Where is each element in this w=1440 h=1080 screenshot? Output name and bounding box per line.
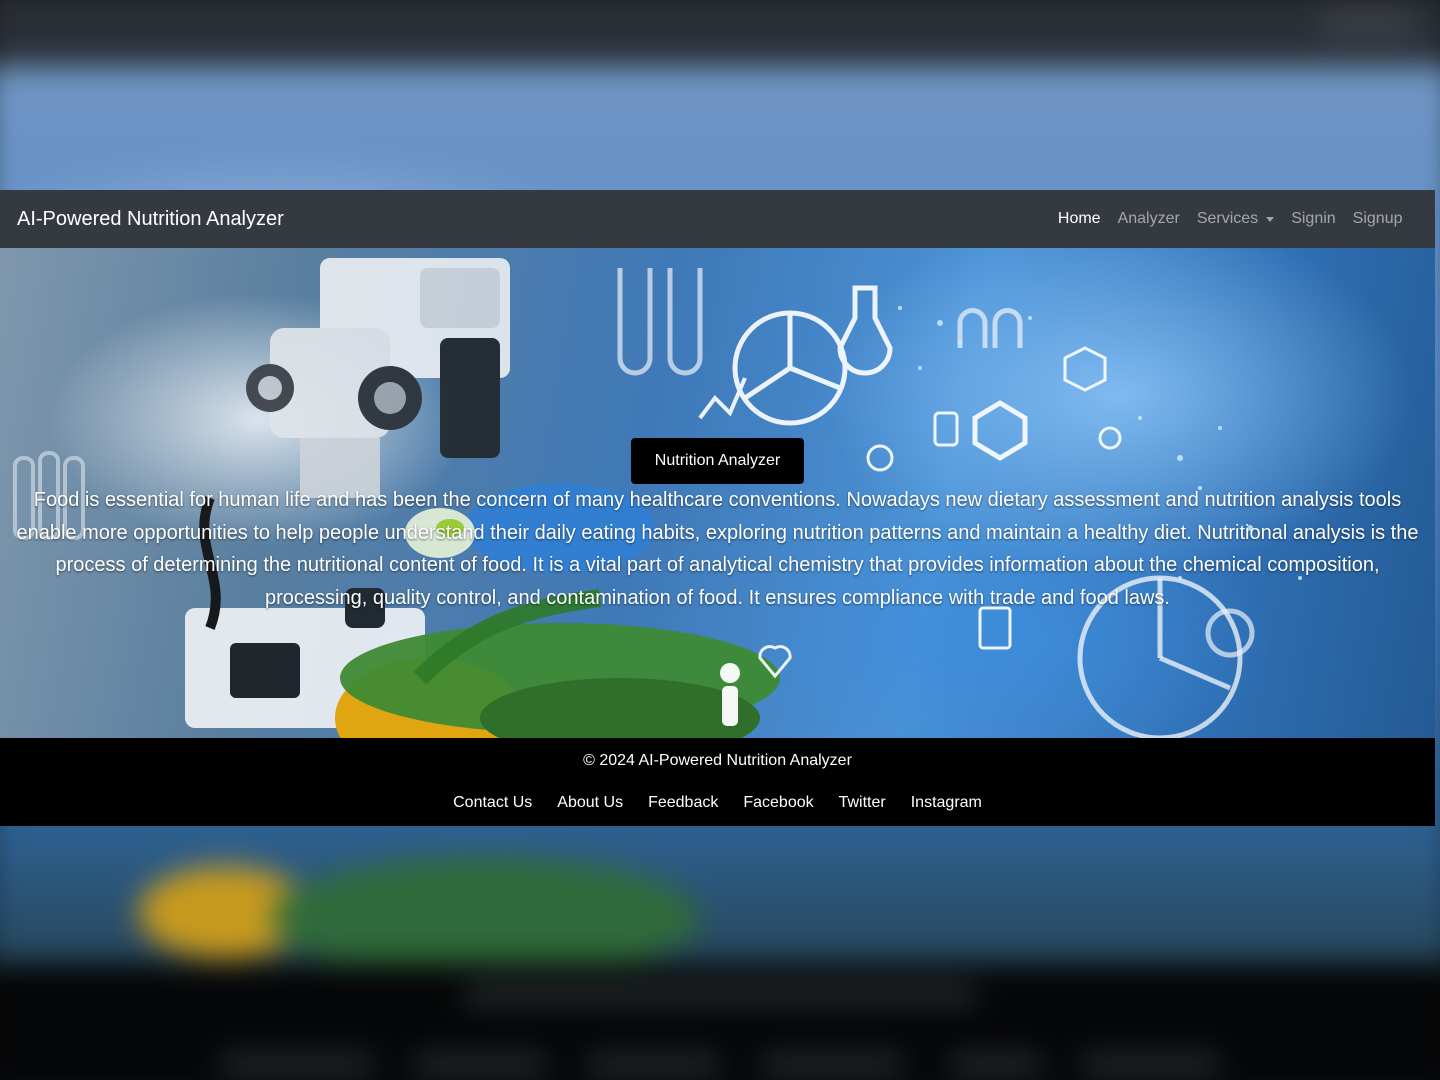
hero-description: Food is essential for human life and has… xyxy=(16,489,1419,609)
nav-links: Home Analyzer Services Signin Signup xyxy=(1049,210,1411,228)
brand-link[interactable]: AI-Powered Nutrition Analyzer xyxy=(17,208,284,231)
nav-home[interactable]: Home xyxy=(1049,210,1109,228)
footer-link-contact-us[interactable]: Contact Us xyxy=(453,794,532,812)
person-icon xyxy=(720,663,740,726)
footer-link-facebook[interactable]: Facebook xyxy=(743,794,813,812)
nutrition-analyzer-button[interactable]: Nutrition Analyzer xyxy=(631,438,804,484)
footer-link-feedback[interactable]: Feedback xyxy=(648,794,718,812)
website-page: AI-Powered Nutrition Analyzer Home Analy… xyxy=(0,190,1435,826)
footer-link-about-us[interactable]: About Us xyxy=(557,794,623,812)
nav-services-label: Services xyxy=(1196,210,1259,227)
footer-link-instagram[interactable]: Instagram xyxy=(911,794,982,812)
footer: © 2024 AI-Powered Nutrition Analyzer Con… xyxy=(0,738,1435,826)
nav-signin[interactable]: Signin xyxy=(1283,210,1344,228)
flask-icon xyxy=(837,285,893,376)
nav-analyzer[interactable]: Analyzer xyxy=(1109,210,1188,228)
nav-services-dropdown[interactable]: Services xyxy=(1188,210,1282,228)
hero-section: Nutrition Analyzer Food is essential for… xyxy=(0,248,1435,738)
navbar: AI-Powered Nutrition Analyzer Home Analy… xyxy=(0,190,1435,248)
blurred-top-bar xyxy=(0,0,1440,66)
footer-link-twitter[interactable]: Twitter xyxy=(839,794,886,812)
nav-signup[interactable]: Signup xyxy=(1344,210,1411,228)
molecule-icon xyxy=(972,400,1028,461)
footer-links: Contact Us About Us Feedback Facebook Tw… xyxy=(0,794,1435,812)
caret-down-icon xyxy=(1266,216,1275,222)
copyright-text: © 2024 AI-Powered Nutrition Analyzer xyxy=(583,752,852,769)
blurred-footer xyxy=(0,963,1440,1080)
